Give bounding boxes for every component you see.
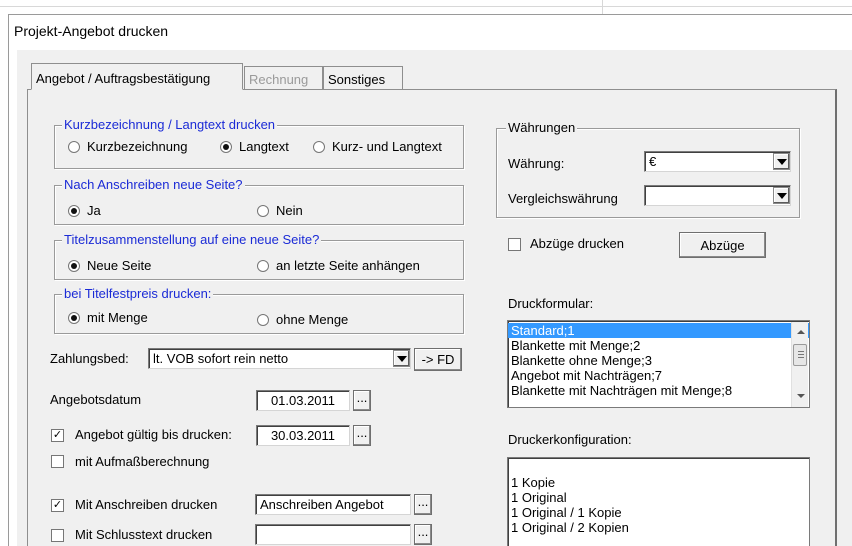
group-legend: Währungen [506,120,578,135]
abzuege-button[interactable]: Abzüge [679,232,766,258]
list-item[interactable]: 1 Original / 1 Kopie [508,505,809,520]
fd-button[interactable]: -> FD [414,348,462,371]
radio-label: Kurz- und Langtext [332,139,442,154]
background-line [602,0,603,14]
chevron-down-icon[interactable] [773,187,790,204]
anschreiben-label: Mit Anschreiben drucken [75,497,218,512]
tab-label: Sonstiges [328,72,386,87]
vergleichswaehrung-label: Vergleichswährung [508,191,618,206]
gueltig-label: Angebot gültig bis drucken: [75,427,232,442]
scroll-up-icon[interactable] [797,330,805,334]
schlusstext-field[interactable] [255,524,411,545]
angebotsdatum-label: Angebotsdatum [50,392,142,407]
radio-ohne-menge[interactable] [257,314,269,326]
list-item[interactable]: Angebot mit Nachträgen;7 [508,368,809,383]
radio-mit-menge[interactable] [68,312,80,324]
druckformular-list[interactable]: Standard;1 Blankette mit Menge;2 Blanket… [507,320,810,408]
list-item[interactable]: 1 Original / 2 Kopien [508,520,809,535]
tab-sonstiges[interactable]: Sonstiges [323,66,403,90]
tab-angebot[interactable]: Angebot / Auftragsbestätigung [31,63,243,90]
radio-label: an letzte Seite anhängen [276,258,420,273]
radio-label: Kurzbezeichnung [87,139,188,154]
group-legend: Nach Anschreiben neue Seite? [62,177,245,192]
zahlungsbed-select[interactable]: lt. VOB sofort rein netto [148,348,411,369]
gueltig-picker-button[interactable]: ... [353,425,371,446]
radio-label: Ja [87,203,101,218]
zahlungsbed-label: Zahlungsbed: [50,351,129,366]
anschreiben-picker-button[interactable]: ... [414,494,432,515]
radio-neue-seite[interactable] [68,260,80,272]
chevron-down-icon[interactable] [773,153,790,170]
gueltig-date-field[interactable]: 30.03.2011 [256,425,350,446]
radio-label: Neue Seite [87,258,152,273]
anschreiben-field[interactable]: Anschreiben Angebot [255,494,411,515]
radio-nein[interactable] [257,205,269,217]
druckerkonfiguration-label: Druckerkonfiguration: [508,432,632,447]
group-legend: bei Titelfestpreis drucken: [62,286,214,301]
list-item[interactable]: Blankette mit Menge;2 [508,338,809,353]
aufmass-label: mit Aufmaßberechnung [75,454,210,469]
radio-an-letzte-seite[interactable] [257,260,269,272]
radio-kurzbezeichnung[interactable] [68,141,80,153]
group-legend: Kurzbezeichnung / Langtext drucken [62,117,278,132]
group-legend: Titelzusammenstellung auf eine neue Seit… [62,232,322,247]
waehrung-label: Währung: [508,156,565,171]
radio-label: mit Menge [87,310,148,325]
vergleichswaehrung-select[interactable] [644,185,791,206]
tab-label: Rechnung [249,72,309,87]
list-item[interactable]: Blankette mit Nachträgen mit Menge;8 [508,383,809,398]
scrollbar[interactable] [791,322,808,407]
radio-label: Langtext [239,139,289,154]
gueltig-checkbox[interactable]: ✓ [51,429,64,442]
schlusstext-checkbox[interactable] [51,529,64,542]
scrollbar-thumb[interactable] [793,344,807,366]
list-item[interactable]: Standard;1 [508,323,809,338]
radio-kurz-und-langtext[interactable] [313,141,325,153]
chevron-down-icon[interactable] [393,350,410,367]
angebotsdatum-field[interactable]: 01.03.2011 [256,390,350,411]
tab-rechnung[interactable]: Rechnung [244,66,323,90]
list-item[interactable] [508,460,809,475]
tab-label: Angebot / Auftragsbestätigung [36,71,211,86]
background-line [0,6,852,7]
radio-label: Nein [276,203,303,218]
schlusstext-label: Mit Schlusstext drucken [75,527,213,542]
list-item[interactable]: Blankette ohne Menge;3 [508,353,809,368]
radio-label: ohne Menge [276,312,349,327]
radio-ja[interactable] [68,205,80,217]
schlusstext-picker-button[interactable]: ... [414,524,432,545]
waehrung-select[interactable]: € [644,151,791,172]
abzuege-checkbox[interactable] [508,238,521,251]
radio-langtext[interactable] [220,141,232,153]
druckerkonfiguration-list[interactable]: 1 Kopie 1 Original 1 Original / 1 Kopie … [507,457,810,546]
abzuege-label: Abzüge drucken [530,236,624,251]
angebotsdatum-picker-button[interactable]: ... [353,390,371,411]
window-title: Projekt-Angebot drucken [14,23,169,39]
scroll-down-icon[interactable] [797,394,805,398]
list-item[interactable]: 1 Kopie [508,475,809,490]
anschreiben-checkbox[interactable]: ✓ [51,499,64,512]
list-item[interactable]: 1 Original [508,490,809,505]
druckformular-label: Druckformular: [508,296,594,311]
aufmass-checkbox[interactable] [51,455,64,468]
